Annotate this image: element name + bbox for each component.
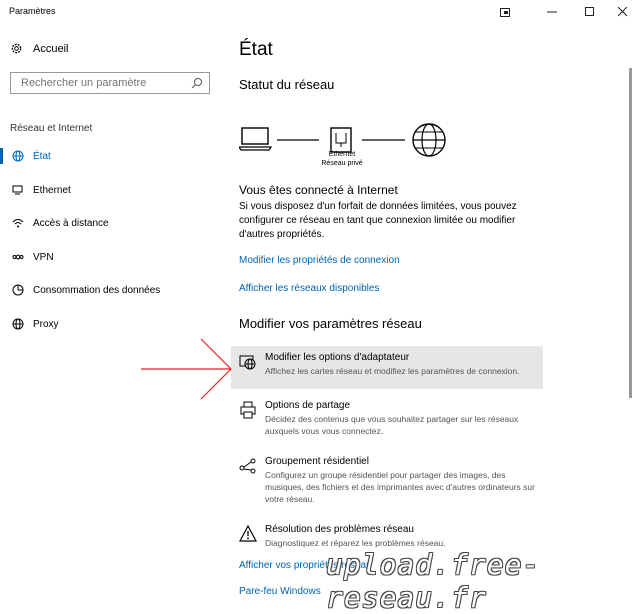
sidebar-item-vpn[interactable]: VPN [0,244,220,270]
main-content: État Statut du réseau Ethernet Réseau pr… [220,24,638,594]
active-indicator [0,148,3,164]
maximize-button[interactable] [575,3,605,21]
warning-icon [239,525,257,542]
close-button[interactable] [608,3,638,21]
diagram-caption: Ethernet Réseau privé [306,150,378,168]
sidebar-item-label: État [33,150,51,162]
sidebar-item-consommation[interactable]: Consommation des données [0,277,220,303]
internet-globe-icon [412,123,446,157]
sharing-options-item[interactable]: Options de partage Décidez des contenus … [231,394,543,442]
minimize-icon [547,11,557,13]
homegroup-item[interactable]: Groupement résidentiel Configurez un gro… [231,450,543,510]
option-title: Groupement résidentiel [265,456,369,467]
sidebar-item-label: VPN [33,251,54,263]
sharing-printer-icon [240,401,256,419]
show-available-networks-link[interactable]: Afficher les réseaux disponibles [239,283,379,294]
red-arrow-annotation [141,338,232,400]
maximize-icon [585,7,594,16]
compact-overlay-icon [500,7,510,17]
option-desc: Affichez les cartes réseau et modifiez l… [265,366,520,376]
window-title: Paramètres [9,6,56,16]
sidebar-item-label: Consommation des données [33,284,161,296]
sidebar-item-acces-distance[interactable]: Accès à distance [0,210,220,236]
watermark: upload.free-reseau.fr [326,548,541,614]
diagram-caption-line2: Réseau privé [321,160,363,167]
laptop-icon [239,127,273,151]
change-connection-properties-link[interactable]: Modifier les propriétés de connexion [239,255,400,266]
status-globe-icon [10,150,26,162]
homegroup-icon [239,458,256,474]
ethernet-icon [10,184,26,196]
sidebar-item-label: Accès à distance [33,217,109,229]
sidebar-item-label: Ethernet [33,184,71,196]
connected-text: Si vous disposez d'un forfait de données… [239,201,517,240]
adapter-globe-icon [239,355,256,370]
sidebar-item-proxy[interactable]: Proxy [0,311,220,337]
option-title: Résolution des problèmes réseau [265,524,414,535]
close-icon [618,7,628,17]
home-label: Accueil [33,42,69,55]
change-settings-heading: Modifier vos paramètres réseau [239,316,422,331]
data-usage-icon [10,284,26,296]
option-desc: Décidez des contenus que vous souhaitez … [265,414,519,436]
search-box[interactable] [10,72,210,94]
scrollbar[interactable] [629,68,632,398]
search-input[interactable] [19,76,193,90]
diagram-caption-line1: Ethernet [328,151,356,158]
sidebar: Accueil Réseau et Internet État Ethernet… [0,24,220,594]
gear-icon [11,43,22,54]
proxy-globe-icon [10,318,26,330]
dialup-icon [10,217,26,229]
sidebar-item-ethernet[interactable]: Ethernet [0,177,220,203]
connected-heading: Vous êtes connecté à Internet [239,183,398,197]
section-label: Réseau et Internet [10,123,93,134]
page-title: État [239,39,273,60]
sidebar-item-label: Proxy [33,318,59,330]
search-icon [191,78,202,89]
sidebar-item-etat[interactable]: État [0,143,220,169]
home-link[interactable]: Accueil [10,42,68,55]
compact-overlay-button[interactable] [490,3,520,21]
ethernet-port-icon [330,127,352,153]
option-title: Options de partage [265,400,351,411]
option-title: Modifier les options d'adaptateur [265,352,410,363]
firewall-link[interactable]: Pare-feu Windows [239,584,321,594]
vpn-icon [10,251,26,263]
minimize-button[interactable] [537,3,567,21]
adapter-options-item[interactable]: Modifier les options d'adaptateur Affich… [231,346,543,389]
status-heading: Statut du réseau [239,77,335,92]
title-bar: Paramètres [0,0,638,24]
option-desc: Configurez un groupe résidentiel pour pa… [265,470,535,504]
